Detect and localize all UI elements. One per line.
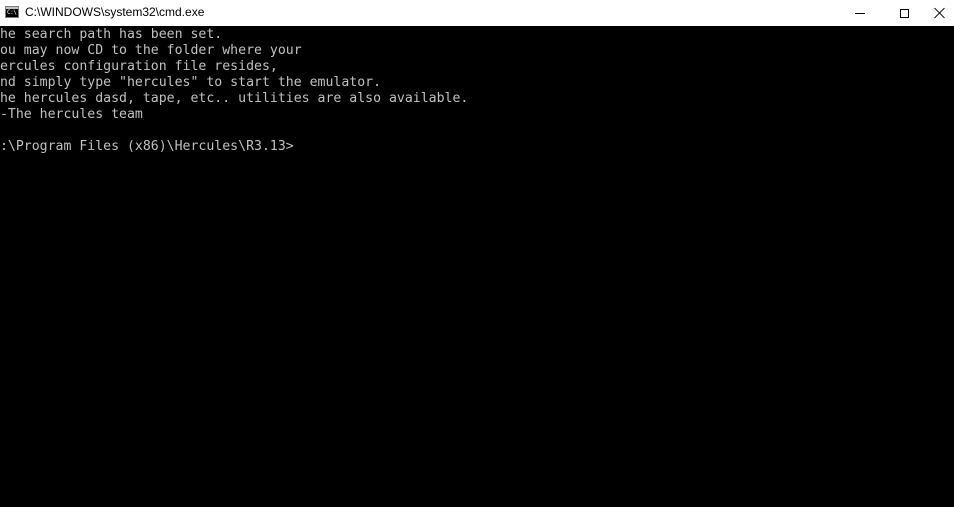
console-line-4: and simply type "hercules" to start the … bbox=[0, 75, 382, 90]
title-bar[interactable]: C:\ C:\WINDOWS\system32\cmd.exe bbox=[0, 0, 954, 26]
console-output[interactable]: The search path has been set. You may no… bbox=[0, 27, 954, 507]
console-line-6: --The hercules team bbox=[0, 107, 143, 122]
cmd-window: C:\ C:\WINDOWS\system32\cmd.exe The sear… bbox=[0, 0, 954, 507]
maximize-icon bbox=[899, 8, 909, 18]
window-title: C:\WINDOWS\system32\cmd.exe bbox=[25, 5, 205, 19]
console-line-3: hercules configuration file resides, bbox=[0, 59, 278, 74]
minimize-icon bbox=[855, 12, 865, 14]
minimize-button[interactable] bbox=[837, 0, 883, 26]
maximize-button[interactable] bbox=[881, 0, 927, 26]
console-line-5: The hercules dasd, tape, etc.. utilities… bbox=[0, 91, 469, 106]
cmd-icon-label: C:\ bbox=[7, 9, 17, 16]
console-line-1: The search path has been set. bbox=[0, 27, 223, 42]
close-icon bbox=[934, 7, 946, 19]
console-line-2: You may now CD to the folder where your bbox=[0, 43, 302, 58]
close-button[interactable] bbox=[925, 0, 954, 26]
command-prompt[interactable]: C:\Program Files (x86)\Hercules\R3.13> bbox=[0, 139, 294, 155]
cmd-icon[interactable]: C:\ bbox=[5, 6, 19, 18]
